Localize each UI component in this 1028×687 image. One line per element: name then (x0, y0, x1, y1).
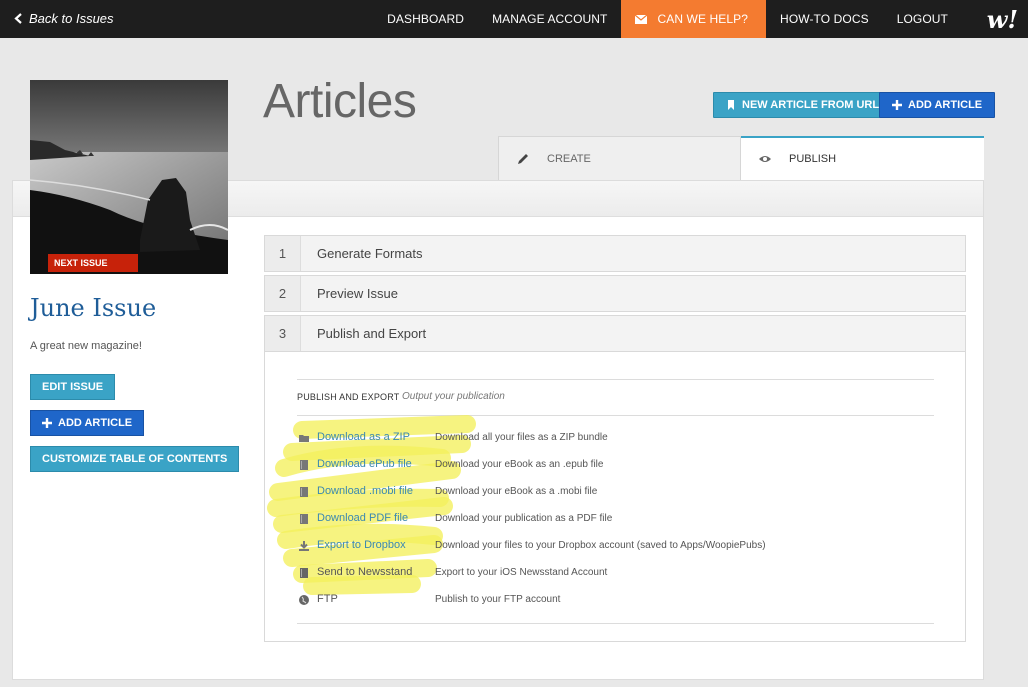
nav-logout[interactable]: LOGOUT (883, 0, 962, 38)
folder-icon (298, 432, 310, 444)
send-newsstand-desc: Export to your iOS Newsstand Account (435, 567, 608, 578)
globe-icon (298, 594, 310, 606)
nav-can-we-help[interactable]: CAN WE HELP? (621, 0, 767, 38)
back-label: Back to Issues (29, 11, 114, 26)
tab-create[interactable]: CREATE (498, 136, 741, 180)
new-article-from-url-button[interactable]: NEW ARTICLE FROM URL (713, 92, 893, 118)
send-newsstand-row[interactable]: Send to Newsstand Export to your iOS New… (298, 565, 607, 581)
next-issue-badge: NEXT ISSUE (48, 254, 138, 272)
ftp-link[interactable]: FTP (317, 593, 338, 605)
nav-how-to-docs[interactable]: HOW-TO DOCS (766, 0, 883, 38)
nav-links: DASHBOARD MANAGE ACCOUNT CAN WE HELP? HO… (373, 0, 962, 38)
download-pdf-row[interactable]: Download PDF file Download your publicat… (298, 511, 612, 527)
nav-manage-account[interactable]: MANAGE ACCOUNT (478, 0, 621, 38)
add-article-label: ADD ARTICLE (58, 417, 133, 429)
envelope-icon (635, 14, 648, 24)
download-pdf-link[interactable]: Download PDF file (317, 512, 408, 524)
new-article-from-url-label: NEW ARTICLE FROM URL (742, 99, 880, 111)
nav-dashboard[interactable]: DASHBOARD (373, 0, 478, 38)
step-publish-and-export[interactable]: 3 Publish and Export (264, 315, 966, 352)
tab-publish[interactable]: PUBLISH (741, 136, 984, 180)
divider (297, 379, 934, 380)
ftp-row[interactable]: FTP Publish to your FTP account (298, 592, 560, 608)
export-dropbox-desc: Download your files to your Dropbox acco… (435, 540, 766, 551)
step-preview-issue[interactable]: 2 Preview Issue (264, 275, 966, 312)
export-dropbox-link[interactable]: Export to Dropbox (317, 539, 406, 551)
download-zip-desc: Download all your files as a ZIP bundle (435, 432, 608, 443)
book-icon (298, 513, 310, 525)
download-mobi-row[interactable]: Download .mobi file Download your eBook … (298, 484, 597, 500)
download-epub-desc: Download your eBook as an .epub file (435, 459, 604, 470)
download-zip-row[interactable]: Download as a ZIP Download all your file… (298, 430, 608, 446)
bookmark-icon (728, 100, 734, 110)
customize-toc-label: CUSTOMIZE TABLE OF CONTENTS (42, 453, 228, 465)
issue-cover-image[interactable]: NEXT ISSUE (30, 80, 228, 274)
download-epub-row[interactable]: Download ePub file Download your eBook a… (298, 457, 603, 473)
plus-icon (892, 100, 902, 110)
section-subtitle: Output your publication (402, 391, 505, 402)
download-icon (298, 540, 310, 552)
section-title: PUBLISH AND EXPORT (297, 392, 400, 402)
cover-photo (30, 80, 228, 274)
plus-icon (42, 418, 52, 428)
export-dropbox-row[interactable]: Export to Dropbox Download your files to… (298, 538, 766, 554)
tab-create-label: CREATE (547, 152, 591, 165)
customize-toc-button[interactable]: CUSTOMIZE TABLE OF CONTENTS (30, 446, 240, 472)
chevron-left-icon (14, 13, 22, 24)
step-number: 1 (265, 236, 301, 271)
pencil-icon (518, 153, 528, 164)
add-article-button[interactable]: ADD ARTICLE (30, 410, 145, 436)
book-icon (298, 567, 310, 579)
download-mobi-link[interactable]: Download .mobi file (317, 485, 413, 497)
add-article-top-button[interactable]: ADD ARTICLE (879, 92, 996, 118)
add-article-top-label: ADD ARTICLE (908, 99, 983, 111)
download-zip-link[interactable]: Download as a ZIP (317, 431, 410, 443)
issue-description: A great new magazine! (30, 340, 142, 352)
step-number: 3 (265, 316, 301, 351)
step-label: Publish and Export (317, 326, 427, 341)
brand-logo[interactable]: w! (987, 5, 1018, 34)
top-nav: Back to Issues DASHBOARD MANAGE ACCOUNT … (0, 0, 1028, 38)
book-icon (298, 459, 310, 471)
download-epub-link[interactable]: Download ePub file (317, 458, 412, 470)
download-pdf-desc: Download your publication as a PDF file (435, 513, 613, 524)
book-icon (298, 486, 310, 498)
ftp-desc: Publish to your FTP account (435, 594, 561, 605)
divider (297, 623, 934, 624)
issue-title: June Issue (30, 294, 157, 322)
edit-issue-button[interactable]: EDIT ISSUE (30, 374, 116, 400)
eye-icon (759, 156, 771, 162)
page-title: Articles (263, 75, 417, 128)
download-mobi-desc: Download your eBook as a .mobi file (435, 486, 598, 497)
edit-issue-label: EDIT ISSUE (42, 381, 104, 393)
step-label: Generate Formats (317, 246, 423, 261)
send-newsstand-link[interactable]: Send to Newsstand (317, 566, 412, 578)
back-to-issues-link[interactable]: Back to Issues (14, 11, 114, 26)
tab-publish-label: PUBLISH (789, 153, 837, 165)
step-number: 2 (265, 276, 301, 311)
help-label: CAN WE HELP? (657, 12, 749, 26)
step-generate-formats[interactable]: 1 Generate Formats (264, 235, 966, 272)
step-label: Preview Issue (317, 286, 398, 301)
